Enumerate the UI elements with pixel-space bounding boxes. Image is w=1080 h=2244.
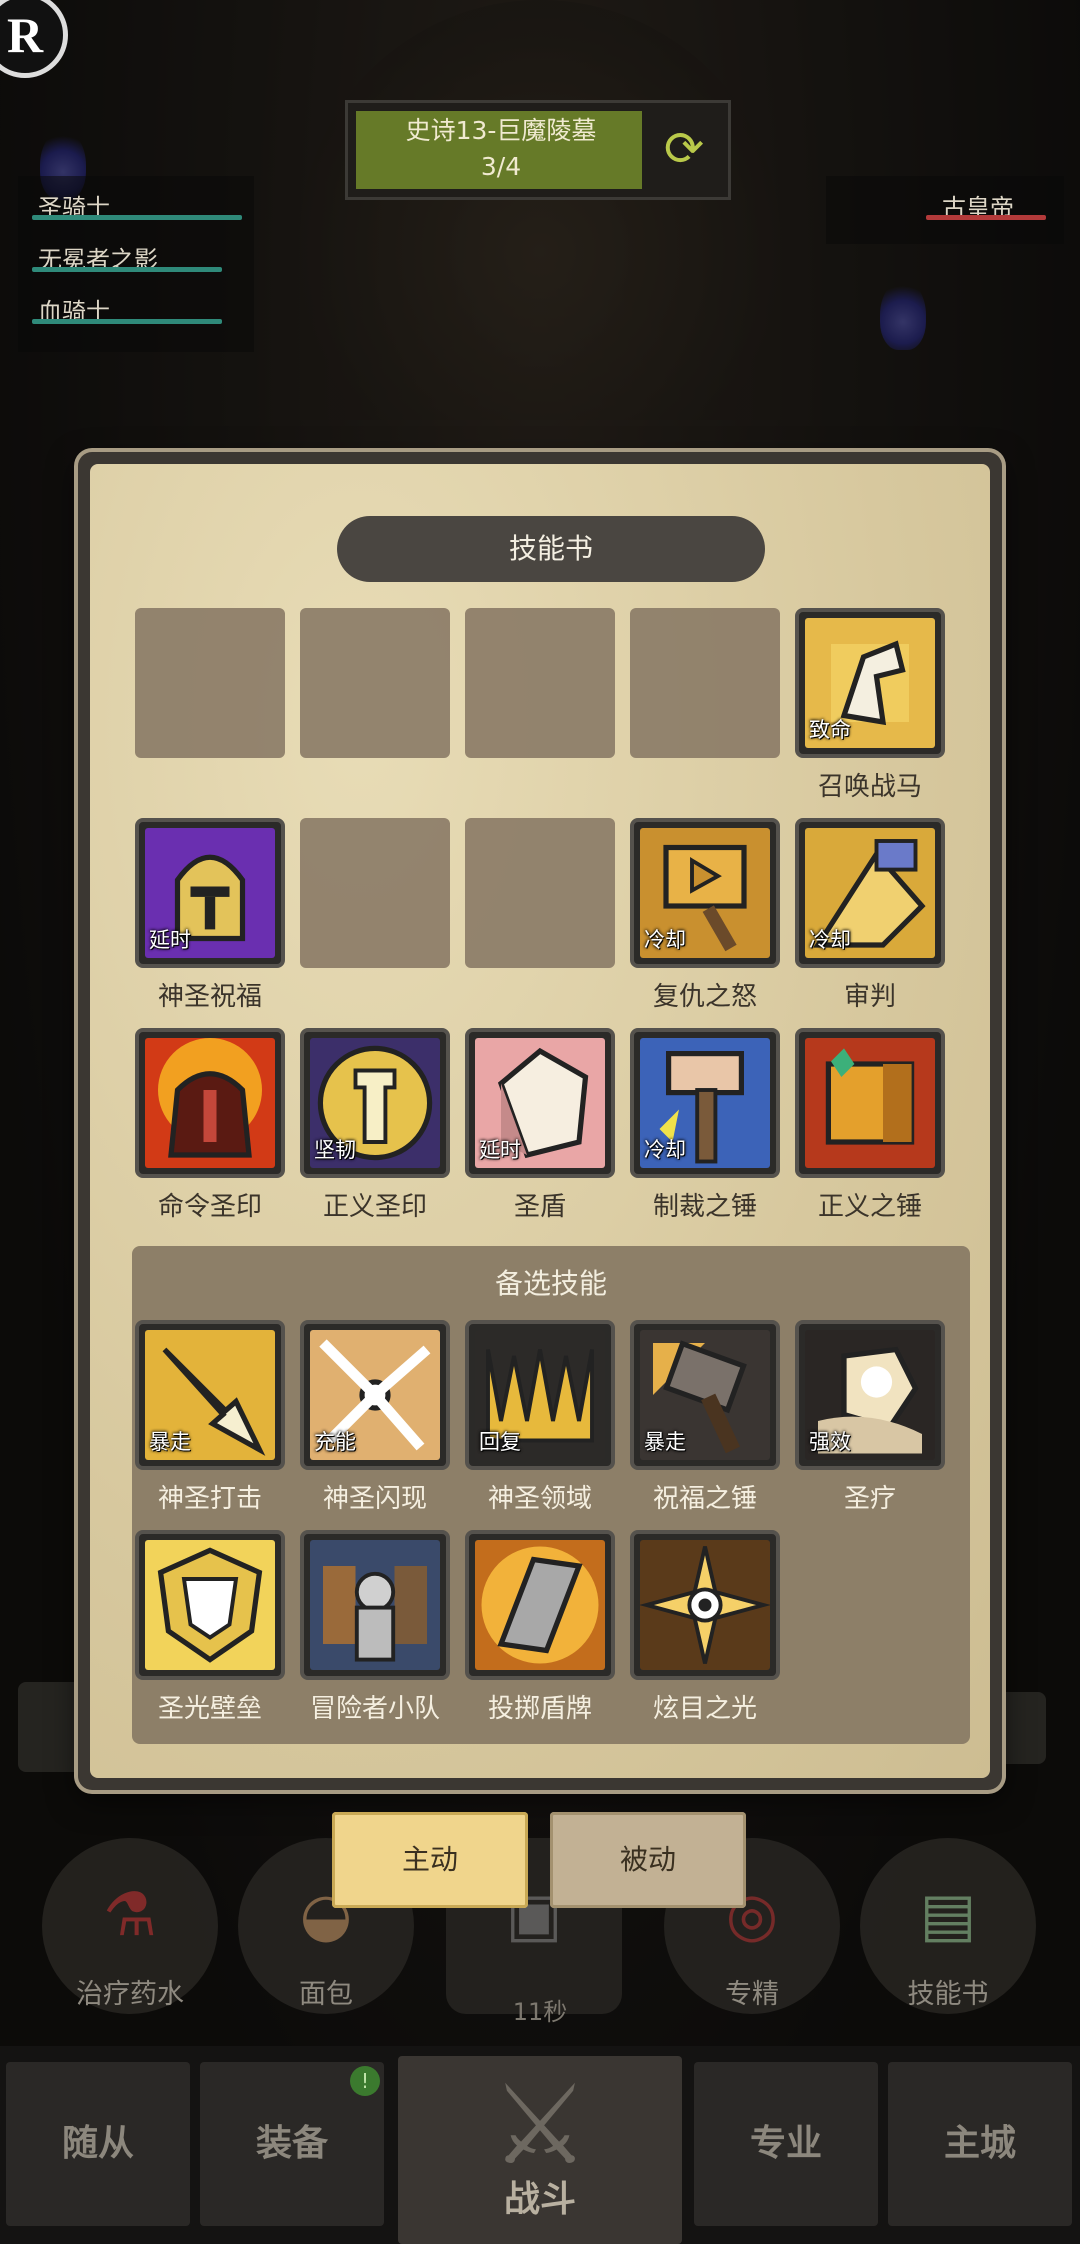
skill-tag: 坚韧 xyxy=(314,1138,356,1162)
skill-name-label: 神圣领域 xyxy=(487,1484,592,1514)
candidate-skills-section: 备选技能 暴走神圣打击 充能神圣闪现 回复神圣领域 暴走祝福之锤 强效圣疗圣光壁垒 冒险者… xyxy=(132,1246,970,1744)
refresh-icon[interactable]: ⟳ xyxy=(656,121,712,177)
party-list-left: 圣骑士 无冕者之影 血骑士 xyxy=(18,176,254,352)
candidate-skill-slot[interactable]: 强效 xyxy=(795,1320,945,1470)
equipped-skill-slot[interactable] xyxy=(795,1028,945,1178)
skill-tag: 充能 xyxy=(314,1430,356,1454)
item-skillbook-label: 技能书 xyxy=(907,1979,989,2010)
equipped-skill-slot[interactable]: 冷却 xyxy=(630,818,780,968)
stage-banner: 史诗13-巨魔陵墓 3/4 ⟳ xyxy=(345,100,731,200)
bulwark-icon xyxy=(145,1540,275,1670)
nav-profession[interactable]: 专业 xyxy=(694,2062,878,2226)
skill-tag: 冷却 xyxy=(809,928,851,952)
book-icon: ▤ xyxy=(919,1880,977,1950)
skill-name-label: 圣盾 xyxy=(513,1192,566,1222)
enemy-member[interactable]: 古皇帝 xyxy=(826,176,1064,228)
skill-name-label: 圣疗 xyxy=(843,1484,896,1514)
skill-book-parchment: 技能书 致命 召唤战马 延时 神圣祝福 冷却 复仇之怒 冷却 审判 命令圣印 坚韧 正义圣印 延时 圣盾… xyxy=(90,464,990,1778)
skill-name-label: 制裁之锤 xyxy=(652,1192,757,1222)
skill-name-label: 炫目之光 xyxy=(652,1694,757,1724)
party-member-health-bar xyxy=(32,215,242,220)
empty-skill-slot[interactable] xyxy=(465,608,615,758)
skill-tag: 致命 xyxy=(809,718,851,742)
skill-book-panel: 技能书 致命 召唤战马 延时 神圣祝福 冷却 复仇之怒 冷却 审判 命令圣印 坚韧 正义圣印 延时 圣盾… xyxy=(78,452,1002,1790)
candidate-skill-slot[interactable]: 暴走 xyxy=(630,1320,780,1470)
skill-tag: 暴走 xyxy=(644,1430,686,1454)
skill-name-label: 神圣闪现 xyxy=(322,1484,427,1514)
candidate-skill-slot[interactable] xyxy=(135,1530,285,1680)
item-potion-label: 治疗药水 xyxy=(76,1979,184,2010)
empty-skill-slot[interactable] xyxy=(630,608,780,758)
candidate-skill-slot[interactable] xyxy=(465,1530,615,1680)
item-bread-label: 面包 xyxy=(299,1979,353,2010)
empty-skill-slot[interactable] xyxy=(300,608,450,758)
equipped-skill-slot[interactable]: 冷却 xyxy=(630,1028,780,1178)
throw-shield-icon xyxy=(475,1540,605,1670)
side-panel-right xyxy=(1002,1692,1046,1764)
skill-tag: 回复 xyxy=(479,1430,521,1454)
side-panel-left xyxy=(18,1682,78,1772)
skill-name-label: 祝福之锤 xyxy=(652,1484,757,1514)
stage-progress: 3/4 xyxy=(480,152,522,181)
tab-passive-skills[interactable]: 被动 xyxy=(550,1812,746,1908)
nav-city[interactable]: 主城 xyxy=(888,2062,1072,2226)
skill-name-label: 正义之锤 xyxy=(817,1192,922,1222)
empty-skill-slot[interactable] xyxy=(300,818,450,968)
candidate-skill-slot[interactable]: 充能 xyxy=(300,1320,450,1470)
party-member[interactable]: 圣骑士 xyxy=(18,176,254,228)
party-member[interactable]: 血骑士 xyxy=(18,280,254,332)
skill-name-label: 投掷盾牌 xyxy=(487,1694,592,1724)
empty-skill-slot[interactable] xyxy=(135,608,285,758)
party-member[interactable]: 无冕者之影 xyxy=(18,228,254,280)
nav-companions[interactable]: 随从 xyxy=(6,2062,190,2226)
notification-badge: ! xyxy=(350,2066,380,2096)
skill-tag: 冷却 xyxy=(644,1138,686,1162)
skill-tag: 延时 xyxy=(479,1138,521,1162)
stage-title: 史诗13-巨魔陵墓 xyxy=(405,116,597,145)
item-specialization-label: 专精 xyxy=(725,1979,779,2010)
hammer-orange-icon xyxy=(805,1038,935,1168)
skill-tag: 强效 xyxy=(809,1430,851,1454)
skill-name-label: 召唤战马 xyxy=(817,772,922,802)
equipped-skill-slot[interactable]: 延时 xyxy=(135,818,285,968)
equipped-skill-slot[interactable]: 冷却 xyxy=(795,818,945,968)
nav-battle-label: 战斗 xyxy=(503,2179,576,2220)
dazzle-icon xyxy=(640,1540,770,1670)
party-list-right: 古皇帝 xyxy=(826,176,1064,244)
candidate-skill-slot[interactable] xyxy=(630,1530,780,1680)
candidate-skills-title: 备选技能 xyxy=(494,1267,607,1300)
skill-name-label: 复仇之怒 xyxy=(652,982,757,1012)
empty-skill-slot[interactable] xyxy=(465,818,615,968)
candidate-skill-slot[interactable] xyxy=(300,1530,450,1680)
skill-name-label: 命令圣印 xyxy=(157,1192,262,1222)
skill-name-label: 神圣祝福 xyxy=(157,982,262,1012)
equipped-skill-slot[interactable]: 延时 xyxy=(465,1028,615,1178)
party-icon xyxy=(310,1540,440,1670)
equipped-skill-slot[interactable] xyxy=(135,1028,285,1178)
skill-tag: 延时 xyxy=(149,928,191,952)
equipped-skill-slot[interactable]: 致命 xyxy=(795,608,945,758)
skill-name-label: 圣光壁垒 xyxy=(157,1694,262,1724)
red-helm-icon xyxy=(145,1038,275,1168)
skill-name-label: 神圣打击 xyxy=(157,1484,262,1514)
skill-tag: 暴走 xyxy=(149,1430,191,1454)
stage-title-block: 史诗13-巨魔陵墓 3/4 xyxy=(356,113,646,185)
candidate-skill-slot[interactable]: 回复 xyxy=(465,1320,615,1470)
potion-icon: ⚗ xyxy=(103,1880,157,1950)
skill-name-label: 正义圣印 xyxy=(322,1192,427,1222)
skill-tag: 冷却 xyxy=(644,928,686,952)
skill-name-label: 冒险者小队 xyxy=(309,1694,440,1724)
enemy-member-health-bar xyxy=(926,215,1046,220)
tab-active-skills[interactable]: 主动 xyxy=(332,1812,528,1908)
candidate-skill-slot[interactable]: 暴走 xyxy=(135,1320,285,1470)
equipped-skill-slot[interactable]: 坚韧 xyxy=(300,1028,450,1178)
skill-name-label: 审判 xyxy=(843,982,896,1012)
cooldown-timer: 11秒 xyxy=(512,1998,568,2026)
party-member-health-bar xyxy=(32,267,222,272)
party-member-health-bar xyxy=(32,319,222,324)
skill-book-title: 技能书 xyxy=(337,516,765,582)
